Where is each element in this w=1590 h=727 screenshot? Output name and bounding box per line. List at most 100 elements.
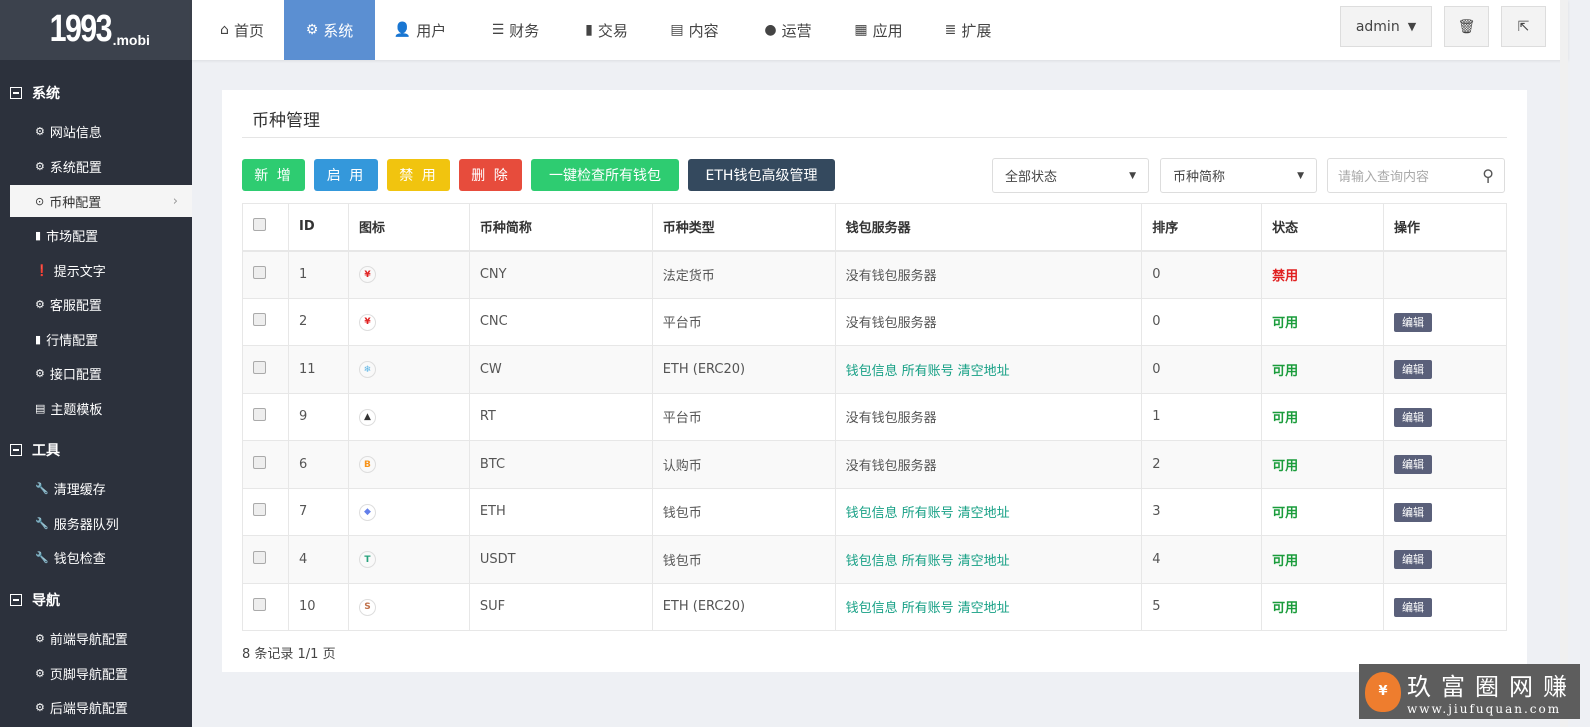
- row-checkbox[interactable]: [253, 408, 266, 421]
- nav-tab[interactable]: 👤用户: [375, 0, 465, 60]
- status-badge: 可用: [1272, 411, 1298, 426]
- edit-button[interactable]: 编辑: [1394, 360, 1432, 379]
- nav-tab[interactable]: ☰财务: [465, 0, 566, 60]
- nav-tab[interactable]: ▦应用: [834, 0, 923, 60]
- sidebar-item[interactable]: ❗提示文字: [10, 254, 192, 286]
- sidebar-item[interactable]: ⚙系统配置: [10, 150, 192, 182]
- wallet-link[interactable]: 清空地址: [958, 601, 1010, 616]
- menu-icon: 🔧: [35, 517, 49, 530]
- scrollbar[interactable]: [1560, 0, 1568, 727]
- edit-button[interactable]: 编辑: [1394, 550, 1432, 569]
- row-checkbox[interactable]: [253, 361, 266, 374]
- top-nav: ⌂首页⚙系统👤用户☰财务▮交易▤内容●运营▦应用≣扩展 admin▼ 🗑 ⇱: [192, 0, 1568, 60]
- search-icon[interactable]: ⚲: [1482, 166, 1494, 185]
- sidebar: 1993.mobi 系统工具导航 ⚙网站信息⚙系统配置⊙币种配置›▮市场配置❗提示…: [0, 0, 192, 727]
- sidebar-item[interactable]: ▤主题模板: [10, 392, 192, 424]
- coin-icon: S: [359, 599, 376, 616]
- nav-tab[interactable]: ▮交易: [566, 0, 647, 60]
- menu-icon: 🔧: [35, 482, 49, 495]
- admin-dropdown[interactable]: admin▼: [1340, 6, 1432, 47]
- sidebar-item[interactable]: ⚙客服配置: [10, 288, 192, 320]
- row-checkbox[interactable]: [253, 456, 266, 469]
- wallet-link[interactable]: 钱包信息: [846, 554, 898, 569]
- row-checkbox[interactable]: [253, 503, 266, 516]
- sidebar-item[interactable]: 🔧钱包检查: [10, 541, 192, 573]
- nav-icon: ⚙: [306, 22, 319, 38]
- coin-icon: ¥: [359, 266, 376, 283]
- menu-icon: ⚙: [35, 667, 45, 680]
- menu-icon: ▤: [35, 402, 45, 415]
- wallet-link[interactable]: 清空地址: [958, 364, 1010, 379]
- wallet-link[interactable]: 钱包信息: [846, 364, 898, 379]
- watermark: ¥ 玖富圈网赚www.jiufuquan.com: [1359, 664, 1580, 719]
- sidebar-item[interactable]: 🔧清理缓存: [10, 472, 192, 504]
- menu-icon: ⚙: [35, 160, 45, 173]
- check-all-wallets-button[interactable]: 一键检查所有钱包: [531, 159, 679, 191]
- sidebar-item[interactable]: ⚙前端导航配置: [10, 622, 192, 654]
- caret-down-icon: ▼: [1408, 20, 1416, 33]
- wallet-link[interactable]: 所有账号: [902, 506, 954, 521]
- edit-button[interactable]: 编辑: [1394, 503, 1432, 522]
- wallet-link[interactable]: 所有账号: [902, 554, 954, 569]
- sidebar-item[interactable]: ⚙后端导航配置: [10, 691, 192, 723]
- pagination-info: 8 条记录 1/1 页: [242, 643, 336, 662]
- coin-icon: ◆: [359, 504, 376, 521]
- edit-button[interactable]: 编辑: [1394, 313, 1432, 332]
- nav-tab[interactable]: ⚙系统: [284, 0, 375, 60]
- edit-button[interactable]: 编辑: [1394, 598, 1432, 617]
- logo[interactable]: 1993.mobi: [0, 0, 192, 60]
- menu-icon: ⚙: [35, 298, 45, 311]
- nav-tab[interactable]: ≣扩展: [923, 0, 1013, 60]
- menu-icon: ⚙: [35, 367, 45, 380]
- enable-button[interactable]: 启 用: [314, 159, 378, 191]
- status-filter-select[interactable]: 全部状态▼: [992, 158, 1149, 193]
- disable-button[interactable]: 禁 用: [387, 159, 450, 191]
- sidebar-item[interactable]: ▮市场配置: [10, 219, 192, 251]
- column-header: 操作: [1384, 204, 1507, 251]
- table-row: 10 S SUF ETH (ERC20) 钱包信息所有账号清空地址 5 可用 编…: [243, 583, 1507, 631]
- eth-wallet-admin-button[interactable]: ETH钱包高级管理: [688, 159, 835, 191]
- nav-tab[interactable]: ▤内容: [647, 0, 742, 60]
- column-header: ID: [288, 204, 348, 251]
- wallet-link[interactable]: 所有账号: [902, 601, 954, 616]
- wallet-link[interactable]: 钱包信息: [846, 601, 898, 616]
- row-checkbox[interactable]: [253, 313, 266, 326]
- sidebar-group[interactable]: 系统: [10, 83, 60, 103]
- field-filter-select[interactable]: 币种简称▼: [1160, 158, 1317, 193]
- select-all-checkbox[interactable]: [253, 218, 266, 231]
- wallet-link[interactable]: 清空地址: [958, 506, 1010, 521]
- sidebar-item[interactable]: ⚙页脚导航配置: [10, 657, 192, 689]
- trash-button[interactable]: 🗑: [1444, 6, 1489, 47]
- sidebar-item[interactable]: ▮行情配置: [10, 323, 192, 355]
- row-checkbox[interactable]: [253, 266, 266, 279]
- sidebar-item[interactable]: ⚙网站信息: [10, 115, 192, 147]
- status-badge: 可用: [1272, 601, 1298, 616]
- sidebar-item[interactable]: ⚙接口配置: [10, 357, 192, 389]
- logout-button[interactable]: ⇱: [1501, 6, 1546, 47]
- nav-tab[interactable]: ●运营: [742, 0, 834, 60]
- row-checkbox[interactable]: [253, 598, 266, 611]
- edit-button[interactable]: 编辑: [1394, 408, 1432, 427]
- column-header: 排序: [1142, 204, 1262, 251]
- table-row: 4 T USDT 钱包币 钱包信息所有账号清空地址 4 可用 编辑: [243, 536, 1507, 584]
- sidebar-group[interactable]: 导航: [10, 590, 60, 610]
- sidebar-item[interactable]: ⊙币种配置›: [10, 185, 192, 217]
- sidebar-item[interactable]: 🔧服务器队列: [10, 507, 192, 539]
- search-input[interactable]: 请输入查询内容⚲: [1327, 158, 1505, 193]
- menu-icon: ⚙: [35, 701, 45, 714]
- nav-tab[interactable]: ⌂首页: [200, 0, 284, 60]
- wallet-link[interactable]: 钱包信息: [846, 506, 898, 521]
- edit-button[interactable]: 编辑: [1394, 455, 1432, 474]
- add-button[interactable]: 新 增: [242, 159, 305, 191]
- delete-button[interactable]: 删 除: [459, 159, 522, 191]
- wallet-link[interactable]: 清空地址: [958, 554, 1010, 569]
- collapse-icon: [10, 444, 22, 456]
- page-title: 币种管理: [252, 106, 320, 131]
- row-checkbox[interactable]: [253, 551, 266, 564]
- sidebar-group[interactable]: 工具: [10, 440, 60, 460]
- menu-icon: ▮: [35, 229, 41, 242]
- nav-icon: 👤: [394, 22, 411, 38]
- wallet-link[interactable]: 所有账号: [902, 364, 954, 379]
- table-row: 6 B BTC 认购币 没有钱包服务器 2 可用 编辑: [243, 441, 1507, 489]
- coin-icon: ▲: [359, 409, 376, 426]
